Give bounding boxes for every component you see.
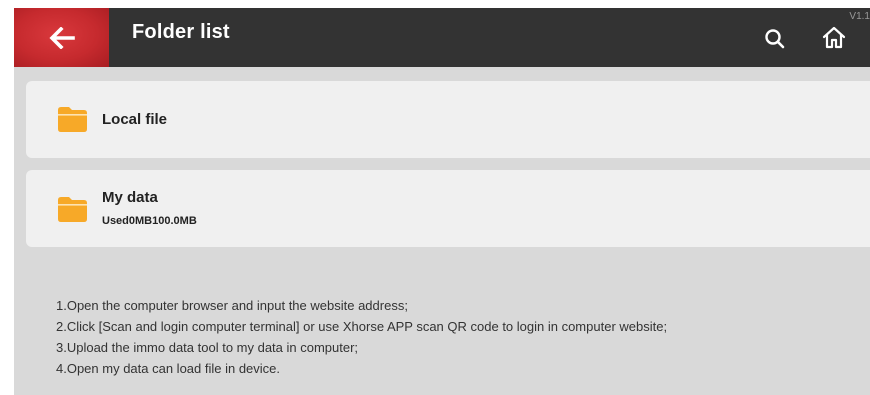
instruction-step: 3.Upload the immo data tool to my data i… (56, 340, 359, 355)
back-button[interactable] (14, 8, 109, 67)
top-bar: Folder list V1.1 (14, 8, 870, 67)
search-icon (765, 29, 785, 49)
instruction-step: 4.Open my data can load file in device. (56, 361, 281, 376)
folder-label: My data (102, 189, 158, 206)
instruction-step: 2.Click [Scan and login computer termina… (56, 319, 668, 334)
arrow-left-icon (48, 26, 75, 49)
home-icon (822, 26, 846, 49)
folder-label: Local file (102, 111, 168, 128)
page-title: Folder list (132, 21, 230, 43)
folder-item-my-data[interactable]: My data Used0MB100.0MB (26, 170, 870, 247)
instruction-step: 1.Open the computer browser and input th… (56, 298, 408, 313)
instructions-list: 1.Open the computer browser and input th… (56, 295, 667, 379)
folder-icon (58, 197, 87, 222)
home-button[interactable] (820, 24, 848, 52)
folder-icon (58, 107, 87, 132)
search-button[interactable] (762, 26, 788, 52)
version-label: V1.1 (849, 11, 870, 22)
storage-usage: Used0MB100.0MB (102, 215, 197, 227)
app-screen: Folder list V1.1 Local file My data Used… (14, 8, 870, 395)
folder-item-local-file[interactable]: Local file (26, 81, 870, 158)
